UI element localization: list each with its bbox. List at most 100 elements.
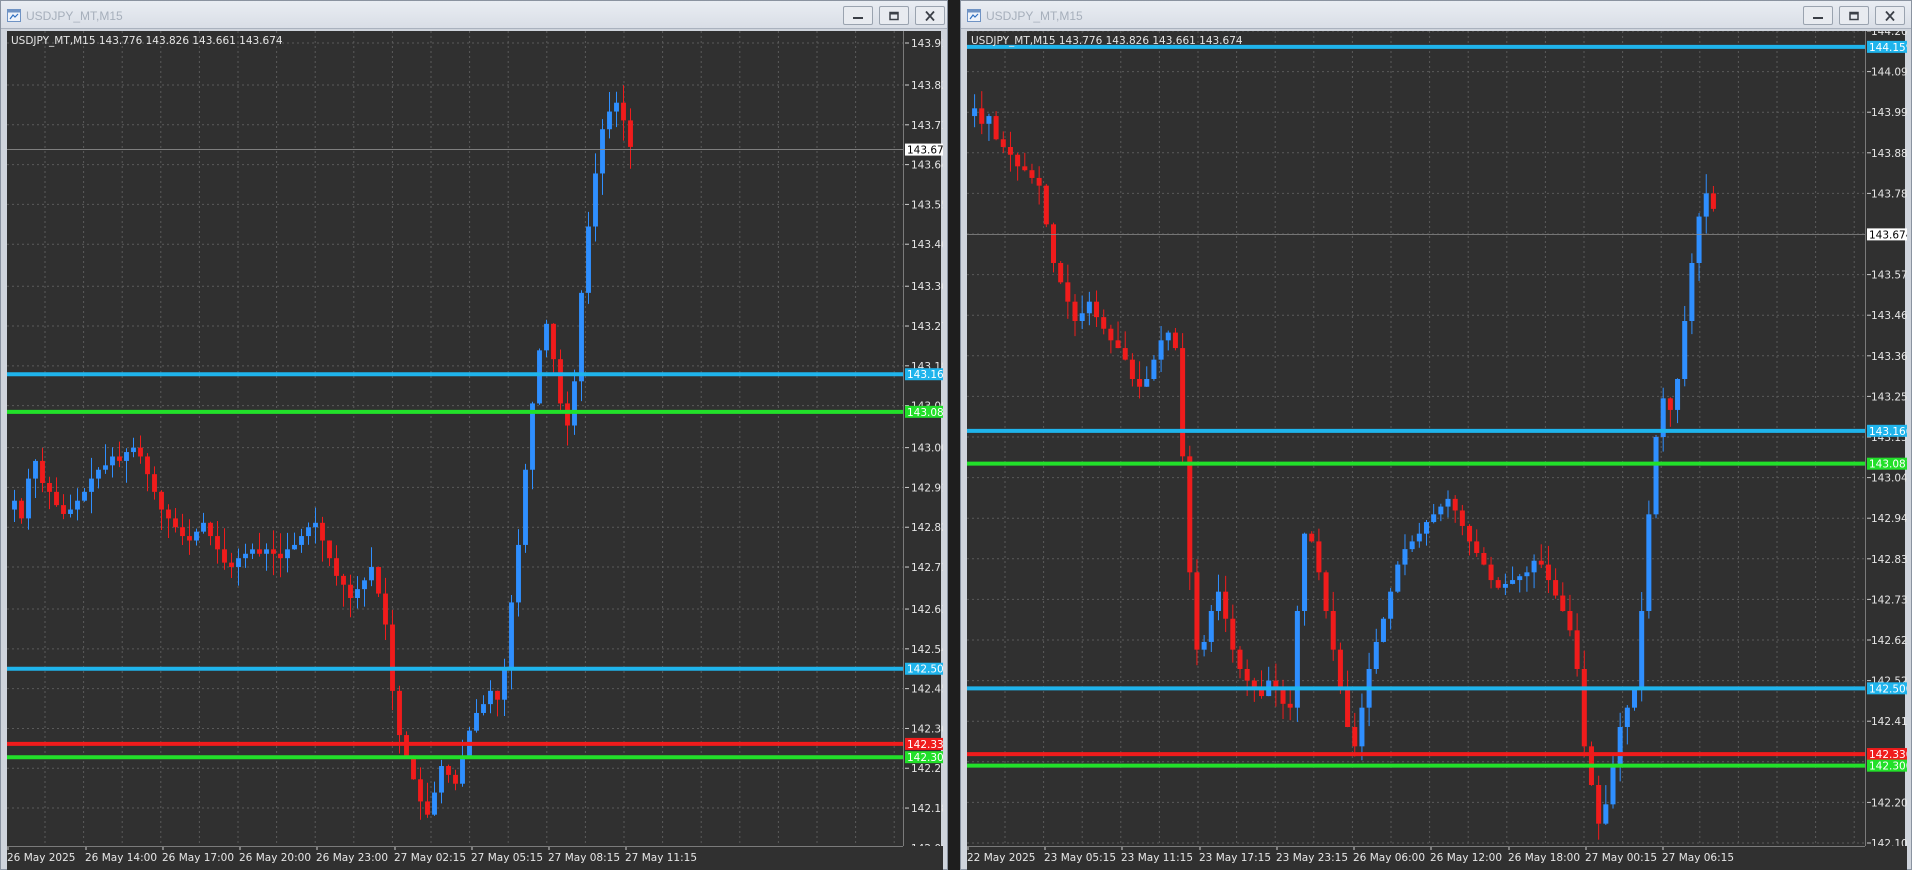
candle-body: [1631, 688, 1638, 708]
price-tick-label: 142.455: [911, 684, 943, 696]
candle-body: [1510, 580, 1516, 584]
candle-body: [313, 522, 318, 528]
price-tick-label: 143.000: [911, 443, 943, 455]
candle-body: [355, 589, 360, 598]
candle-body: [152, 474, 157, 492]
candle-body: [1208, 611, 1214, 642]
candle-body: [215, 536, 220, 550]
candle-body: [1223, 591, 1229, 619]
candle-body: [1108, 328, 1114, 341]
candle-body: [341, 575, 346, 585]
candle-body: [1137, 379, 1143, 387]
chart-area[interactable]: 143.915 143.820 143.730 143.640 143.550 143.4…: [7, 31, 943, 870]
candle-body: [1151, 359, 1157, 379]
candle-body: [1617, 727, 1623, 766]
candle-body: [1000, 139, 1006, 147]
price-tick-label: 142.625: [1871, 635, 1907, 647]
candle-body: [1094, 301, 1100, 318]
candle-body: [1531, 560, 1537, 573]
candle-body: [208, 522, 213, 537]
candle-body: [1524, 572, 1530, 577]
candle-body: [1172, 332, 1178, 349]
maximize-button[interactable]: [1839, 6, 1869, 25]
price-tick-label: 142.635: [911, 604, 943, 616]
candle-body: [1624, 707, 1630, 727]
candle-body: [1545, 564, 1551, 581]
candle-body: [1180, 348, 1186, 457]
chart-window-left[interactable]: USDJPY_MT,M15 143.915 143.820 143.730 143.6…: [0, 0, 948, 870]
price-tick-label: 142.835: [1871, 554, 1907, 566]
maximize-button[interactable]: [879, 6, 909, 25]
candle-body: [1337, 649, 1343, 689]
candle-body: [565, 403, 570, 426]
plot-background: [7, 31, 903, 846]
time-tick-label: 23 May 17:15: [1199, 852, 1271, 864]
close-button[interactable]: [1875, 6, 1905, 25]
candle-body: [1646, 514, 1652, 611]
candle-body: [1302, 533, 1308, 611]
candle-body: [1194, 572, 1200, 650]
candle-body: [334, 558, 339, 576]
candle-body: [383, 593, 388, 625]
minimize-icon: [1813, 16, 1823, 19]
candle-body: [173, 518, 178, 528]
price-level-label: 142.500: [1869, 683, 1907, 695]
minimize-button[interactable]: [1803, 6, 1833, 25]
candle-body: [1395, 564, 1401, 592]
candle-body: [558, 359, 563, 404]
candle-body: [1431, 514, 1437, 523]
close-button[interactable]: [915, 6, 945, 25]
maximize-icon: [1849, 11, 1859, 20]
price-tick-label: 144.095: [1871, 67, 1907, 79]
candle-body: [1474, 541, 1480, 553]
candle-body: [495, 690, 500, 700]
candle-body: [1230, 618, 1236, 650]
candle-body: [1639, 611, 1645, 689]
candle-body: [348, 584, 353, 598]
candle-body: [1696, 216, 1702, 263]
time-tick-label: 23 May 23:15: [1276, 852, 1348, 864]
candle-body: [1675, 379, 1681, 410]
price-tick-label: 142.730: [911, 562, 943, 574]
candle-body: [222, 549, 227, 563]
candle-body: [54, 491, 59, 506]
candle-body: [194, 531, 199, 541]
candle-body: [1158, 340, 1164, 360]
candle-body: [1459, 510, 1465, 526]
candle-body: [145, 456, 150, 475]
candle-body: [187, 536, 192, 541]
price-level-label: 142.330: [1869, 749, 1907, 761]
candle-body: [551, 323, 556, 360]
candle-body: [82, 491, 87, 501]
candle-body: [103, 465, 108, 470]
candle-body: [327, 540, 332, 559]
time-tick-label: 26 May 06:00: [1353, 852, 1425, 864]
candle-body: [47, 483, 52, 492]
candle-body: [1058, 263, 1064, 283]
window-titlebar[interactable]: USDJPY_MT,M15: [1, 1, 947, 29]
candle-body: [607, 111, 612, 130]
minimize-button[interactable]: [843, 6, 873, 25]
candle-body: [502, 668, 507, 700]
candle-body: [1237, 649, 1243, 669]
candle-body: [1445, 498, 1451, 507]
candle-body: [593, 173, 598, 227]
candle-body: [166, 509, 171, 519]
candle-body: [1129, 359, 1135, 379]
candle-body: [1065, 282, 1071, 302]
candle-body: [579, 292, 584, 382]
window-titlebar[interactable]: USDJPY_MT,M15: [961, 1, 1911, 29]
candle-body: [1215, 591, 1221, 611]
price-chart[interactable]: 144.200 144.095 143.990 143.885 143.780 143.6…: [967, 31, 1907, 870]
candle-body: [1122, 348, 1128, 360]
candle-body: [432, 792, 437, 815]
time-tick-label: 22 May 2025: [967, 852, 1035, 864]
candle-body: [33, 460, 38, 479]
chart-area[interactable]: 144.200 144.095 143.990 143.885 143.780 143.6…: [967, 31, 1907, 870]
price-tick-label: 143.780: [1871, 188, 1907, 200]
close-icon: [925, 10, 935, 21]
price-chart[interactable]: 143.915 143.820 143.730 143.640 143.550 143.4…: [7, 31, 943, 870]
chart-window-right[interactable]: USDJPY_MT,M15 144.200 144.095 143.990 143.8…: [960, 0, 1912, 870]
candle-body: [1438, 506, 1444, 515]
time-tick-label: 27 May 02:15: [394, 852, 466, 864]
